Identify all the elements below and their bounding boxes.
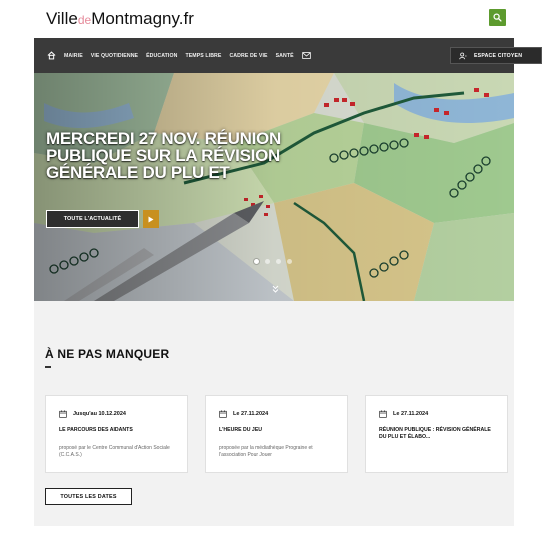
carousel-dot-2[interactable] xyxy=(265,259,270,264)
carousel-play-button[interactable] xyxy=(143,210,159,228)
a-ne-pas-manquer-section: À NE PAS MANQUER Jusqu'au 10.12.2024 LE … xyxy=(34,301,514,526)
toute-actualite-button[interactable]: TOUTE L'ACTUALITÉ xyxy=(46,210,139,228)
calendar-icon xyxy=(379,410,387,418)
event-card[interactable]: Le 27.11.2024 L'HEURE DU JEU proposée pa… xyxy=(205,395,348,473)
event-card[interactable]: Jusqu'au 10.12.2024 LE PARCOURS DES AIDA… xyxy=(45,395,188,473)
calendar-icon xyxy=(219,410,227,418)
nav-home-button[interactable] xyxy=(44,49,58,63)
user-icon xyxy=(459,52,467,59)
site-logo[interactable]: VilledeMontmagny.fr xyxy=(46,9,194,29)
logo-text-ville: Ville xyxy=(46,9,78,28)
scroll-down-button[interactable] xyxy=(271,285,279,293)
event-title[interactable]: L'HEURE DU JEU xyxy=(219,427,339,434)
hero-map-image xyxy=(34,73,514,301)
carousel-dot-1[interactable] xyxy=(254,259,259,264)
carousel-dot-3[interactable] xyxy=(276,259,281,264)
logo-text-montmagny: Montmagny.fr xyxy=(91,9,194,28)
carousel-dot-4[interactable] xyxy=(287,259,292,264)
espace-citoyen-label: ESPACE CITOYEN xyxy=(474,52,523,59)
section-title: À NE PAS MANQUER xyxy=(45,347,170,361)
mail-icon xyxy=(302,52,311,59)
event-date: Jusqu'au 10.12.2024 xyxy=(73,411,126,417)
hero-carousel: MERCREDI 27 NOV. RÉUNION PUBLIQUE SUR LA… xyxy=(34,73,514,301)
main-navigation: Mairie Vie quotidienne Éducation Temps l… xyxy=(34,38,542,73)
section-title-underline xyxy=(45,366,51,368)
home-icon xyxy=(47,51,55,60)
nav-item-temps-libre[interactable]: Temps libre xyxy=(185,53,221,59)
nav-item-sante[interactable]: Santé xyxy=(276,53,294,59)
search-button[interactable] xyxy=(489,9,506,26)
event-card[interactable]: Le 27.11.2024 RÉUNION PUBLIQUE : RÉVISIO… xyxy=(365,395,508,473)
calendar-icon xyxy=(59,410,67,418)
event-description: proposé par le Centre Communal d'Action … xyxy=(59,445,170,458)
nav-item-vie-quotidienne[interactable]: Vie quotidienne xyxy=(91,53,138,59)
nav-item-cadre-de-vie[interactable]: Cadre de vie xyxy=(229,53,267,59)
carousel-dots xyxy=(254,259,292,264)
nav-item-education[interactable]: Éducation xyxy=(146,53,177,59)
nav-item-mairie[interactable]: Mairie xyxy=(64,53,83,59)
event-title[interactable]: LE PARCOURS DES AIDANTS xyxy=(59,427,179,434)
site-header: VilledeMontmagny.fr xyxy=(0,0,550,38)
event-description: proposée par la médiathèque Prograine et… xyxy=(219,445,313,458)
toutes-les-dates-button[interactable]: TOUTES LES DATES xyxy=(45,488,132,505)
chevron-double-down-icon xyxy=(272,285,278,293)
search-icon xyxy=(493,13,502,22)
espace-citoyen-button[interactable]: ESPACE CITOYEN xyxy=(450,47,542,64)
hero-title[interactable]: MERCREDI 27 NOV. RÉUNION PUBLIQUE SUR LA… xyxy=(46,130,366,181)
logo-text-de: de xyxy=(77,13,92,27)
play-icon xyxy=(148,216,154,222)
nav-contact-button[interactable] xyxy=(302,52,312,60)
event-date: Le 27.11.2024 xyxy=(393,411,429,417)
event-title[interactable]: RÉUNION PUBLIQUE : RÉVISION GÉNÉRALE DU … xyxy=(379,427,499,440)
event-date: Le 27.11.2024 xyxy=(233,411,269,417)
